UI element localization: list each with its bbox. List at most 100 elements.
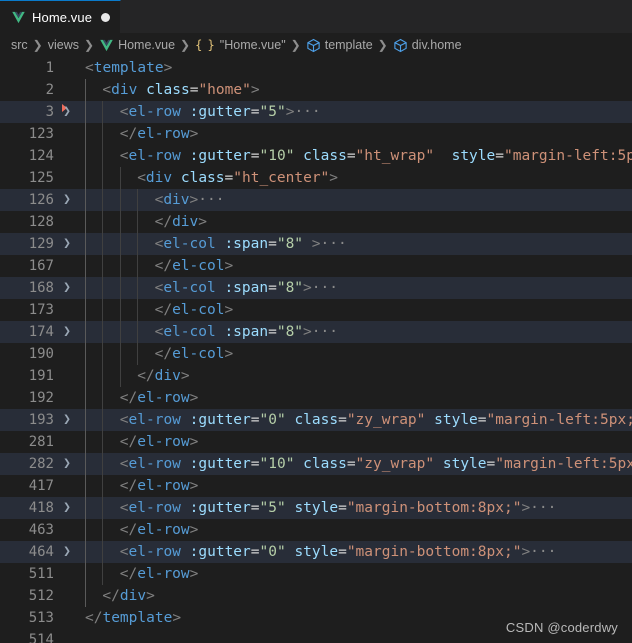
- token-punc: >: [180, 368, 190, 384]
- code-line[interactable]: 418 ❯ <el-row :gutter="5" style="margin-bo…: [0, 497, 632, 519]
- token-tag: el-row: [137, 390, 190, 406]
- token-attr: :span: [224, 236, 269, 252]
- code-line-text: </div>: [137, 365, 189, 387]
- token-eq: =: [250, 544, 260, 560]
- token-punc: >: [303, 324, 312, 340]
- token-punc: </: [154, 302, 173, 318]
- breadcrumb-separator-icon: ❯: [180, 38, 191, 52]
- code-line[interactable]: 282 ❯ <el-row :gutter="10" class="zy_wrap"…: [0, 453, 632, 475]
- breadcrumb-item-src[interactable]: src: [11, 38, 28, 52]
- code-line-text: <el-row :gutter="5">···: [120, 101, 321, 123]
- breadcrumb: src ❯ views ❯ Home.vue ❯ { } "Home.vue" …: [0, 33, 632, 57]
- code-line[interactable]: 417 </el-row>: [0, 475, 632, 497]
- breadcrumb-item-home-vue-symbol[interactable]: { } "Home.vue": [195, 38, 286, 52]
- token-eq: =: [250, 412, 260, 428]
- token-eq: [294, 148, 303, 164]
- unsaved-changes-dot[interactable]: [101, 12, 111, 22]
- token-punc: <: [119, 148, 129, 164]
- fold-chevron-icon[interactable]: ❯: [60, 101, 74, 123]
- code-line[interactable]: 125 <div class="ht_center">: [0, 167, 632, 189]
- code-line[interactable]: 464 ❯ <el-row :gutter="0" style="margin-bo…: [0, 541, 632, 563]
- code-line[interactable]: 1 <template>: [0, 57, 632, 79]
- fold-chevron-icon[interactable]: ❯: [60, 233, 74, 255]
- line-number: 514: [28, 632, 54, 643]
- line-number: 511: [28, 566, 54, 582]
- code-line[interactable]: 124 <el-row :gutter="10" class="ht_wrap" …: [0, 145, 632, 167]
- token-str: "margin-bottom:8px;": [346, 544, 522, 560]
- fold-chevron-icon[interactable]: ❯: [60, 541, 74, 563]
- breadcrumb-item-div-home[interactable]: div.home: [393, 38, 462, 53]
- code-line[interactable]: 463 </el-row>: [0, 519, 632, 541]
- token-eq: =: [250, 104, 260, 120]
- code-line[interactable]: 193 ❯ <el-row :gutter="0" class="zy_wrap" …: [0, 409, 632, 431]
- code-lines-container: 1 <template> 2 <div class="home"> 3 ❯ <el-row …: [0, 57, 632, 643]
- token-tag: el-row: [128, 456, 181, 472]
- code-line-text: </el-col>: [155, 255, 234, 277]
- code-line[interactable]: 126 ❯ <div>···: [0, 189, 632, 211]
- breadcrumb-item-template[interactable]: template: [306, 38, 373, 53]
- token-tag: div: [119, 588, 147, 604]
- token-punc: <: [137, 170, 146, 186]
- code-line-text: </el-row>: [120, 519, 199, 541]
- token-num: "8": [276, 280, 304, 296]
- code-line[interactable]: 129 ❯ <el-col :span="8" >···: [0, 233, 632, 255]
- token-tag: div: [111, 82, 138, 98]
- code-line-text: </el-row>: [120, 123, 199, 145]
- token-eq: =: [338, 500, 347, 516]
- line-number: 464: [28, 544, 54, 560]
- code-line[interactable]: 168 ❯ <el-col :span="8">···: [0, 277, 632, 299]
- code-line-text: </template>: [85, 607, 181, 629]
- token-eq: =: [346, 148, 356, 164]
- code-line[interactable]: 123 </el-row>: [0, 123, 632, 145]
- code-line[interactable]: 281 </el-row>: [0, 431, 632, 453]
- code-line[interactable]: 2 <div class="home">: [0, 79, 632, 101]
- code-line-text: <el-row :gutter="10" class="zy_wrap" sty…: [120, 453, 632, 475]
- code-line[interactable]: 167 </el-col>: [0, 255, 632, 277]
- breadcrumb-label: template: [324, 38, 373, 52]
- token-punc: </: [154, 346, 173, 362]
- line-number: 418: [28, 500, 54, 516]
- fold-chevron-icon[interactable]: ❯: [60, 409, 74, 431]
- fold-chevron-icon[interactable]: ❯: [60, 453, 74, 475]
- token-punc: </: [85, 610, 103, 626]
- editor-tab-home-vue[interactable]: Home.vue: [0, 0, 122, 33]
- breadcrumb-label: src: [11, 38, 28, 52]
- token-eq: [181, 544, 190, 560]
- token-tag: el-row: [137, 522, 190, 538]
- line-number: 1: [45, 60, 54, 76]
- token-attr: style: [442, 456, 487, 472]
- line-number: 282: [28, 456, 54, 472]
- token-punc: </: [137, 368, 155, 384]
- token-punc: <: [119, 412, 129, 428]
- code-line[interactable]: 190 </el-col>: [0, 343, 632, 365]
- token-attr: class: [303, 456, 347, 472]
- watermark: CSDN @coderdwy: [505, 620, 618, 635]
- braces-icon: { }: [195, 38, 215, 52]
- code-editor-viewport[interactable]: 1 <template> 2 <div class="home"> 3 ❯ <el-row …: [0, 57, 632, 643]
- code-line[interactable]: 128 </div>: [0, 211, 632, 233]
- breadcrumb-item-views[interactable]: views: [48, 38, 79, 52]
- fold-chevron-icon[interactable]: ❯: [60, 321, 74, 343]
- token-punc: >: [189, 566, 199, 582]
- token-str: "margin-left:5p: [503, 148, 632, 164]
- token-tag: el-row: [128, 148, 181, 164]
- code-line-text: </el-col>: [155, 299, 234, 321]
- code-line[interactable]: 3 ❯ <el-row :gutter="5">···: [0, 101, 632, 123]
- fold-chevron-icon[interactable]: ❯: [60, 497, 74, 519]
- token-tag: el-col: [163, 324, 216, 340]
- code-line[interactable]: 511 </el-row>: [0, 563, 632, 585]
- token-punc: >: [172, 610, 182, 626]
- token-num: "10": [259, 456, 295, 472]
- code-line[interactable]: 192 </el-row>: [0, 387, 632, 409]
- fold-chevron-icon[interactable]: ❯: [60, 277, 74, 299]
- token-punc: >: [250, 82, 260, 98]
- code-line[interactable]: 174 ❯ <el-col :span="8">···: [0, 321, 632, 343]
- breadcrumb-item-home-vue[interactable]: Home.vue: [99, 38, 175, 53]
- code-line[interactable]: 191 </div>: [0, 365, 632, 387]
- code-line[interactable]: 512 </div>: [0, 585, 632, 607]
- breadcrumb-separator-icon: ❯: [377, 38, 388, 52]
- token-tag: el-row: [137, 434, 190, 450]
- code-line[interactable]: 173 </el-col>: [0, 299, 632, 321]
- breadcrumb-label: views: [47, 38, 79, 52]
- fold-chevron-icon[interactable]: ❯: [60, 189, 74, 211]
